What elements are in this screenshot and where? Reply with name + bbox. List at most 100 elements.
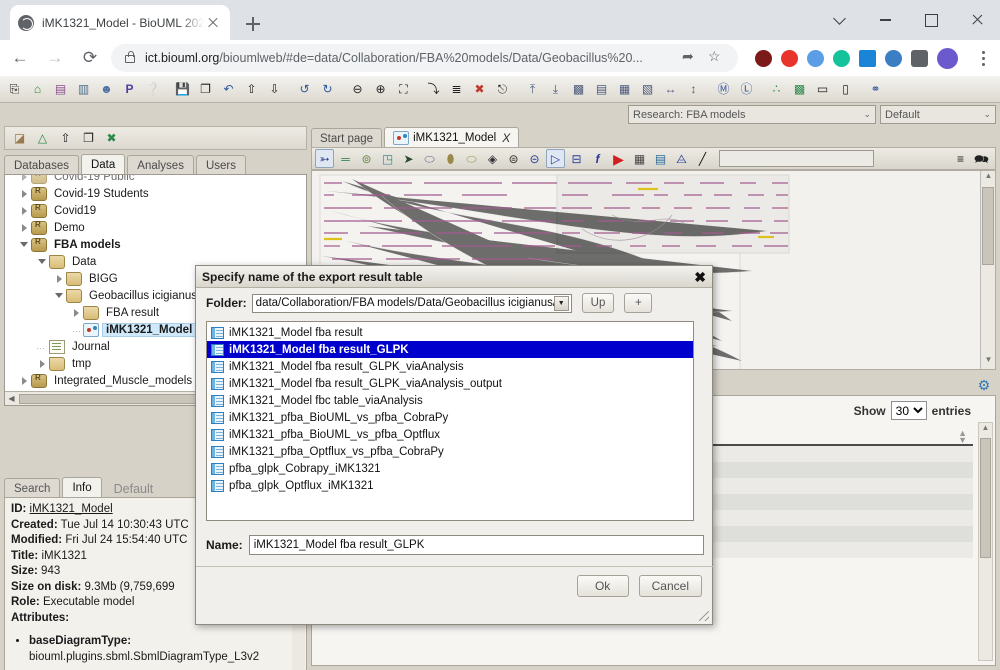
chevron-down-icon[interactable] (18, 236, 31, 253)
tab-search[interactable]: Search (4, 478, 61, 498)
fit-icon[interactable]: ⛶ (393, 79, 414, 100)
home-icon[interactable]: ⌂ (27, 79, 48, 100)
chevron-down-icon[interactable] (36, 253, 49, 270)
edge-icon[interactable]: ═ (336, 149, 355, 168)
list-item[interactable]: iMK1321_pfba_BioUML_vs_pfba_CobraPy (207, 409, 693, 426)
distribute-v-icon[interactable]: ↕ (683, 79, 704, 100)
name-input[interactable] (248, 535, 704, 555)
tab-databases[interactable]: Databases (4, 155, 79, 175)
import-icon[interactable]: ⇧ (55, 128, 76, 149)
table-icon[interactable]: ▦ (630, 149, 649, 168)
table-vertical-scrollbar[interactable]: ▲ (978, 422, 993, 661)
ok-button[interactable]: Ok (576, 575, 629, 597)
list-item[interactable]: iMK1321_Model fba result_GLPK_viaAnalysi… (207, 375, 693, 392)
list-item[interactable]: pfba_glpk_Cobrapy_iMK1321 (207, 460, 693, 477)
scroll-up-arrow-icon[interactable]: ▲ (979, 423, 992, 436)
dialog-resize-grip[interactable] (698, 610, 710, 622)
chevron-right-icon[interactable] (70, 304, 83, 321)
copy-icon[interactable]: ❐ (78, 128, 99, 149)
diagram-search-input[interactable] (719, 150, 874, 167)
refresh-icon[interactable]: ↶ (218, 79, 239, 100)
line-icon[interactable]: ╱ (693, 149, 712, 168)
list-item[interactable]: iMK1321_Model fbc table_viaAnalysis (207, 392, 693, 409)
save-icon[interactable]: 💾 (172, 79, 193, 100)
scroll-thumb[interactable] (982, 187, 994, 265)
align-middle-icon[interactable]: ⤓ (545, 79, 566, 100)
help-icon[interactable]: ❔ (142, 79, 163, 100)
zoom-out-icon[interactable]: ⊖ (347, 79, 368, 100)
chevron-right-icon[interactable] (18, 175, 31, 185)
ublock-origin-icon[interactable] (755, 49, 772, 67)
adblock-icon[interactable] (781, 49, 798, 67)
align-left-icon[interactable]: ▤ (591, 79, 612, 100)
rna-icon[interactable]: ⬭ (462, 149, 481, 168)
perspective-icon[interactable]: P (119, 79, 140, 100)
chevron-right-icon[interactable] (18, 185, 31, 202)
new-tab-button[interactable] (240, 11, 266, 37)
list-item[interactable]: pfba_glpk_Optflux_iMK1321 (207, 477, 693, 494)
graph-layout-icon[interactable]: ∴ (766, 79, 787, 100)
forward-button[interactable]: → (40, 43, 70, 73)
gear-icon[interactable]: ⚙ (974, 375, 994, 395)
list-item-selected[interactable]: iMK1321_Model fba result_GLPK (207, 341, 693, 358)
align-right-icon[interactable]: ▧ (637, 79, 658, 100)
chevron-right-icon[interactable] (36, 355, 49, 372)
clear-layout-icon[interactable]: ▭ (812, 79, 833, 100)
dialog-file-list[interactable]: iMK1321_Model fba result iMK1321_Model f… (206, 321, 694, 521)
download-icon[interactable] (885, 49, 902, 67)
distribute-h-icon[interactable]: ↔ (660, 79, 681, 100)
equation-icon[interactable]: ⊝ (525, 149, 544, 168)
show-legend-icon[interactable]: ≡ (951, 149, 970, 168)
grammarly-icon[interactable] (833, 49, 850, 67)
remove-layout-icon[interactable]: ▯ (835, 79, 856, 100)
up-button[interactable]: Up (581, 293, 615, 313)
tree-node-fba-models[interactable]: FBA models (5, 236, 306, 253)
scroll-up-arrow-icon[interactable]: ▲ (981, 171, 995, 185)
browser-tab[interactable]: iMK1321_Model - BioUML 2020.4 (10, 5, 230, 40)
tree-node[interactable]: Covid19 (5, 202, 306, 219)
align-top-icon[interactable]: ⤒ (522, 79, 543, 100)
back-button[interactable]: ← (5, 43, 35, 73)
event-icon[interactable]: ▷ (546, 149, 565, 168)
window-close-button[interactable] (954, 0, 1000, 40)
dna-icon[interactable]: ⬮ (441, 149, 460, 168)
layout-horizontal-icon[interactable]: ▤ (50, 79, 71, 100)
edge-layout-icon[interactable]: ⤵ (423, 79, 444, 100)
research-select[interactable]: Research: FBA models ⌄ (628, 105, 876, 124)
reaction-icon[interactable]: ➤ (399, 149, 418, 168)
onenote-icon[interactable] (859, 49, 876, 67)
close-icon[interactable]: X (502, 131, 510, 145)
user-icon[interactable]: ☻ (96, 79, 117, 100)
close-icon[interactable] (204, 14, 222, 32)
share-icon[interactable]: ➦ (682, 48, 702, 68)
run-icon[interactable]: ▶ (609, 149, 628, 168)
tree-node[interactable]: Demo (5, 219, 306, 236)
chevron-right-icon[interactable] (18, 219, 31, 236)
cancel-button[interactable]: Cancel (638, 575, 702, 597)
list-item[interactable]: iMK1321_Model fba result (207, 324, 693, 341)
list-item[interactable]: iMK1321_Model fba result_GLPK_viaAnalysi… (207, 358, 693, 375)
star-icon[interactable]: ☆ (708, 48, 728, 68)
constraint-icon[interactable]: ⊟ (567, 149, 586, 168)
close-icon[interactable]: ✖ (694, 270, 706, 284)
add-folder-button[interactable]: + (624, 293, 653, 313)
chart-icon[interactable]: △ (32, 128, 53, 149)
undo-icon[interactable]: ↺ (294, 79, 315, 100)
complex-icon[interactable]: ⊜ (504, 149, 523, 168)
minimize-button[interactable] (862, 0, 908, 40)
tab-start-page[interactable]: Start page (311, 128, 383, 148)
function-icon[interactable]: f (588, 149, 607, 168)
comments-icon[interactable]: 🗪 (972, 149, 991, 168)
maximize-button[interactable] (908, 0, 954, 40)
tab-search-button[interactable] (816, 0, 862, 40)
note-icon[interactable]: ▤ (651, 149, 670, 168)
align-bottom-icon[interactable]: ▩ (568, 79, 589, 100)
perspective-select[interactable]: Default ⌄ (880, 105, 996, 124)
layout-force-icon[interactable]: Ⓜ (713, 79, 734, 100)
select-pointer-icon[interactable]: ➳ (315, 149, 334, 168)
tab-users[interactable]: Users (195, 155, 246, 175)
export-icon[interactable]: ⇩ (264, 79, 285, 100)
tab-default[interactable]: Default (104, 478, 164, 498)
tab-analyses[interactable]: Analyses (127, 155, 194, 175)
tab-data[interactable]: Data (80, 154, 126, 175)
